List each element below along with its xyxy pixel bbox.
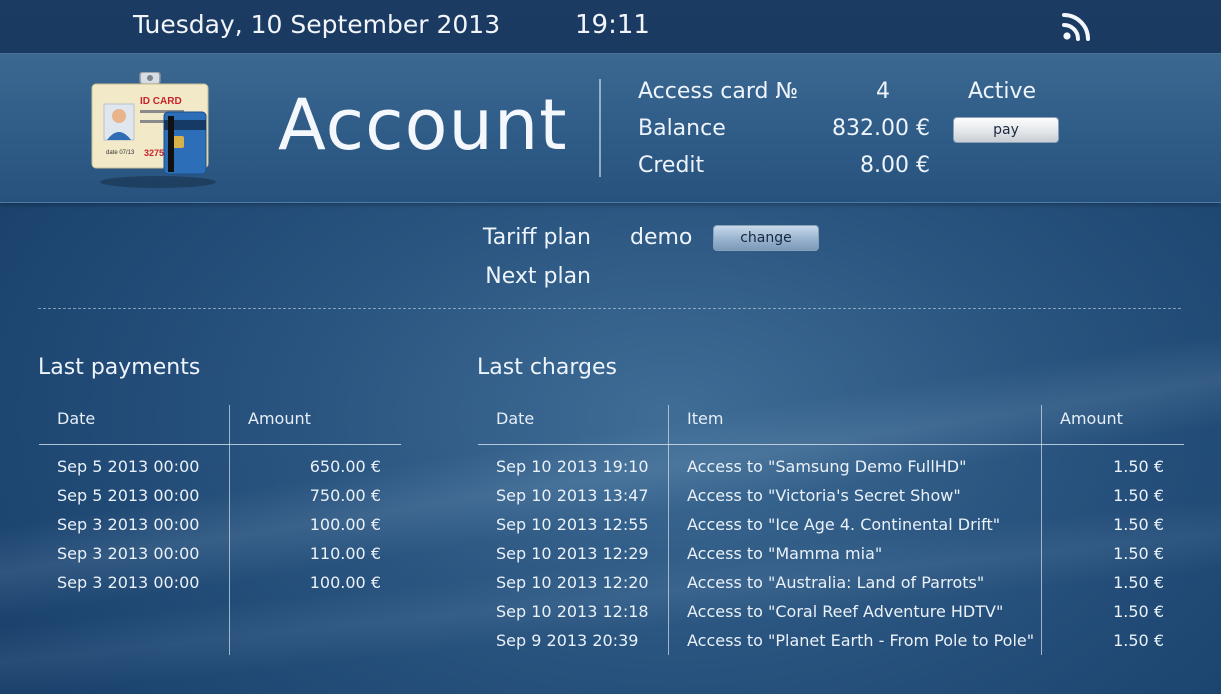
status-date: Tuesday, 10 September 2013 [133,10,501,39]
payment-amount: 110.00 € [309,544,381,563]
charge-date: Sep 10 2013 12:18 [496,602,649,621]
page-title: Account [278,84,568,166]
charge-item: Access to "Ice Age 4. Continental Drift" [687,515,1001,534]
charge-date: Sep 10 2013 12:55 [496,515,649,534]
section-divider [38,308,1181,309]
credit-value: 8.00 € [860,153,930,178]
tariff-plan-value: demo [630,225,693,250]
payment-amount: 650.00 € [309,457,381,476]
pay-button[interactable]: pay [953,117,1059,143]
charge-amount: 1.50 € [1113,544,1164,563]
status-bar: Tuesday, 10 September 2013 19:11 [0,0,1221,54]
charge-date: Sep 10 2013 19:10 [496,457,649,476]
payment-date: Sep 3 2013 00:00 [57,515,200,534]
svg-text:date 07/13: date 07/13 [106,150,135,156]
rss-icon [1062,13,1090,41]
access-card-status: Active [968,79,1037,104]
charges-col-date: Date [496,409,535,428]
credit-label: Credit [638,153,705,178]
account-header: ID CARD date 07/13 3275 Account Access c… [0,54,1221,203]
charges-column-divider [668,405,669,655]
charge-item: Access to "Mamma mia" [687,544,883,563]
payment-amount: 100.00 € [309,573,381,592]
svg-text:3275: 3275 [144,148,164,158]
last-charges-title: Last charges [477,355,617,380]
charge-item: Access to "Planet Earth - From Pole to P… [687,631,1035,650]
status-clock: 19:11 [575,10,650,40]
charges-column-divider [1041,405,1042,655]
payment-date: Sep 5 2013 00:00 [57,486,200,505]
svg-text:ID CARD: ID CARD [140,96,182,107]
balance-label: Balance [638,116,726,141]
payment-amount: 100.00 € [309,515,381,534]
charge-date: Sep 10 2013 13:47 [496,486,649,505]
charge-amount: 1.50 € [1113,515,1164,534]
payments-column-divider [229,405,230,655]
charge-item: Access to "Samsung Demo FullHD" [687,457,967,476]
id-card-icon: ID CARD date 07/13 3275 [91,72,216,188]
charge-date: Sep 9 2013 20:39 [496,631,639,650]
payment-amount: 750.00 € [309,486,381,505]
charge-item: Access to "Australia: Land of Parrots" [687,573,985,592]
charges-col-item: Item [687,409,724,428]
charges-col-amount: Amount [1060,409,1123,428]
charge-item: Access to "Victoria's Secret Show" [687,486,961,505]
payments-col-amount: Amount [248,409,311,428]
charge-amount: 1.50 € [1113,457,1164,476]
change-plan-button[interactable]: change [713,225,819,251]
payments-header-rule [39,444,401,445]
payments-col-date: Date [57,409,96,428]
payment-date: Sep 3 2013 00:00 [57,544,200,563]
next-plan-label: Next plan [485,264,591,289]
access-card-label: Access card № [638,79,799,104]
charge-amount: 1.50 € [1113,631,1164,650]
header-divider [599,79,601,177]
charge-date: Sep 10 2013 12:29 [496,544,649,563]
charge-amount: 1.50 € [1113,486,1164,505]
charge-amount: 1.50 € [1113,573,1164,592]
access-card-number: 4 [876,79,890,104]
charge-item: Access to "Coral Reef Adventure HDTV" [687,602,1004,621]
tariff-plan-label: Tariff plan [482,225,591,250]
payment-date: Sep 5 2013 00:00 [57,457,200,476]
charge-amount: 1.50 € [1113,602,1164,621]
charges-header-rule [478,444,1184,445]
payment-date: Sep 3 2013 00:00 [57,573,200,592]
charge-date: Sep 10 2013 12:20 [496,573,649,592]
balance-value: 832.00 € [832,116,930,141]
last-payments-title: Last payments [38,355,201,380]
